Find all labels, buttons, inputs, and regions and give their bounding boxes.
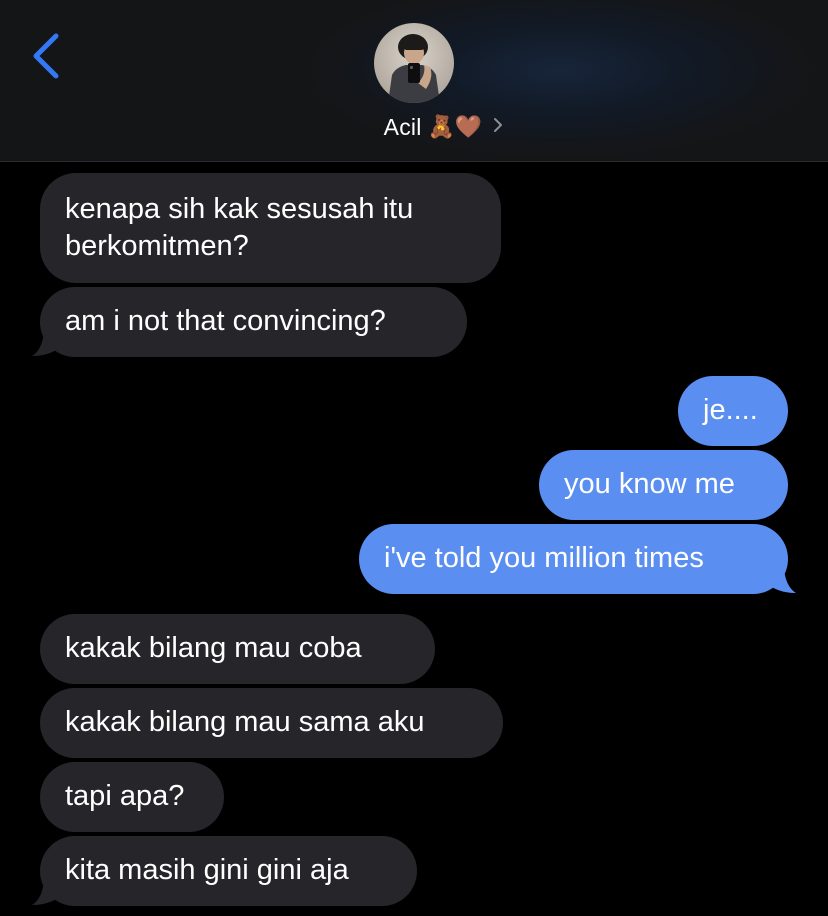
bubble-tail [32, 322, 64, 356]
message-bubble-received[interactable]: kakak bilang mau sama aku [40, 688, 503, 758]
message-bubble-received[interactable]: kita masih gini gini aja [40, 836, 417, 906]
message-text: i've told you million times [384, 542, 704, 574]
contact-info-button[interactable]: Acil 🧸🤎 [0, 110, 828, 144]
message-text-line: berkomitmen? [65, 230, 249, 262]
message-bubble-received[interactable]: kakak bilang mau coba [40, 614, 435, 684]
message-text: tapi apa? [65, 780, 185, 812]
contact-emoji: 🧸🤎 [427, 114, 483, 140]
conversation-header: Acil 🧸🤎 [0, 0, 828, 162]
contact-name: Acil [383, 113, 422, 140]
message-text: kita masih gini gini aja [65, 854, 349, 886]
chevron-right-icon [492, 116, 504, 139]
message-bubble-sent[interactable]: you know me [539, 450, 788, 520]
message-text: am i not that convincing? [65, 305, 386, 337]
message-text: you know me [564, 468, 735, 500]
message-text: kakak bilang mau sama aku [65, 706, 425, 738]
back-button[interactable] [26, 30, 70, 82]
chevron-left-icon [33, 33, 59, 79]
message-bubble-received[interactable]: tapi apa? [40, 762, 224, 832]
message-text: kakak bilang mau coba [65, 632, 362, 664]
bubble-tail [764, 559, 796, 593]
message-bubble-sent[interactable]: i've told you million times [359, 524, 788, 594]
message-bubble-sent[interactable]: je.... [678, 376, 788, 446]
message-text: je.... [703, 394, 758, 426]
messages-screen: Acil 🧸🤎 kenapa sih kak sesusah itu berko… [0, 0, 828, 916]
message-bubble-received[interactable]: kenapa sih kak sesusah itu berkomitmen? [40, 173, 501, 283]
bubble-tail [32, 871, 64, 905]
avatar-photo [374, 23, 454, 103]
contact-avatar[interactable] [374, 23, 454, 103]
message-bubble-received[interactable]: am i not that convincing? [40, 287, 467, 357]
message-text-line: kenapa sih kak sesusah itu [65, 193, 414, 225]
